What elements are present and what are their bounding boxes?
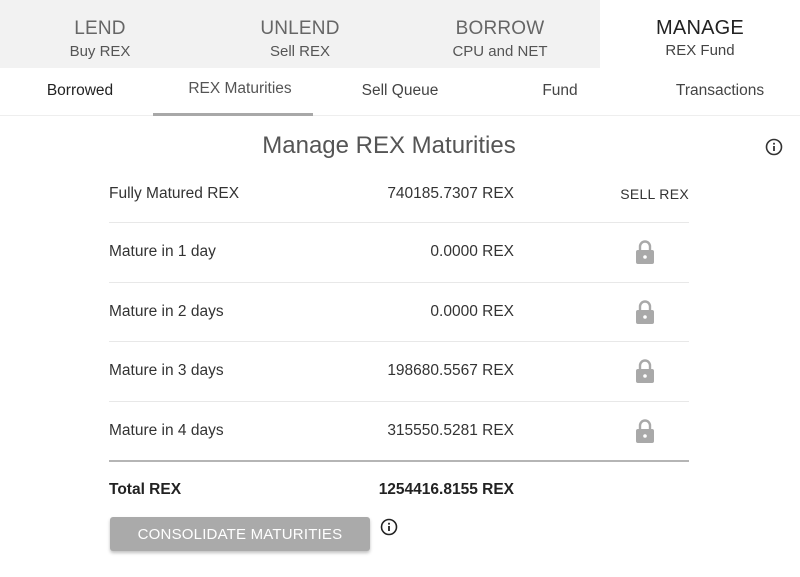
table-row: Fully Matured REX 740185.7307 REX SELL R… (109, 166, 689, 223)
subtab-sell-queue[interactable]: Sell Queue (320, 68, 480, 116)
table-row: Mature in 2 days 0.0000 REX (109, 283, 689, 342)
tab-borrow-title: BORROW (455, 18, 545, 39)
subtab-rex-maturities[interactable]: REX Maturities (153, 68, 320, 116)
total-row: Total REX 1254416.8155 REX (109, 478, 689, 502)
maturity-amount: 0.0000 REX (430, 243, 514, 261)
tab-borrow[interactable]: BORROW CPU and NET (400, 0, 600, 68)
table-row: Mature in 4 days 315550.5281 REX (109, 402, 689, 462)
main-nav-tabs: LEND Buy REX UNLEND Sell REX BORROW CPU … (0, 0, 800, 68)
tab-unlend-subtitle: Sell REX (269, 43, 331, 60)
tab-manage[interactable]: MANAGE REX Fund (600, 0, 800, 68)
subtab-fund[interactable]: Fund (480, 68, 640, 116)
maturity-label: Mature in 1 day (109, 243, 216, 261)
tab-unlend-title: UNLEND (260, 18, 340, 39)
tab-manage-subtitle: REX Fund (665, 42, 735, 59)
tab-borrow-subtitle: CPU and NET (452, 43, 548, 60)
lock-icon (636, 359, 654, 384)
maturity-label: Mature in 3 days (109, 362, 224, 380)
maturity-amount: 198680.5567 REX (387, 362, 514, 380)
maturity-amount: 740185.7307 REX (387, 185, 514, 202)
total-label: Total REX (109, 481, 182, 498)
tab-lend-subtitle: Buy REX (69, 43, 131, 60)
subtab-sell-queue-label: Sell Queue (361, 82, 439, 99)
tab-manage-title: MANAGE (656, 17, 744, 39)
maturity-amount: 315550.5281 REX (387, 421, 514, 439)
subtab-transactions[interactable]: Transactions (640, 68, 800, 116)
info-icon[interactable] (765, 138, 783, 156)
maturity-label: Mature in 4 days (109, 421, 224, 439)
tab-unlend[interactable]: UNLEND Sell REX (200, 0, 400, 68)
lock-icon (636, 418, 654, 443)
consolidate-maturities-button[interactable]: CONSOLIDATE MATURITIES (110, 517, 370, 551)
maturity-amount: 0.0000 REX (430, 302, 514, 320)
lock-icon (636, 300, 654, 324)
lock-icon (636, 240, 654, 265)
page-title: Manage REX Maturities (262, 132, 516, 159)
total-amount: 1254416.8155 REX (378, 481, 514, 498)
sell-rex-button[interactable]: SELL REX (620, 186, 689, 202)
tab-lend[interactable]: LEND Buy REX (0, 0, 200, 68)
subtab-borrowed-label: Borrowed (46, 82, 114, 99)
manage-sub-tabs: Borrowed REX Maturities Sell Queue Fund … (0, 68, 800, 116)
subtab-transactions-label: Transactions (675, 82, 765, 99)
subtab-borrowed[interactable]: Borrowed (0, 68, 160, 116)
subtab-fund-label: Fund (542, 82, 578, 99)
maturity-label: Fully Matured REX (109, 185, 240, 202)
table-row: Mature in 3 days 198680.5567 REX (109, 342, 689, 402)
info-icon[interactable] (380, 518, 398, 536)
tab-lend-title: LEND (74, 18, 126, 39)
maturities-table: Fully Matured REX 740185.7307 REX SELL R… (109, 166, 689, 462)
subtab-rex-maturities-label: REX Maturities (188, 80, 292, 97)
maturity-label: Mature in 2 days (109, 302, 224, 320)
table-row: Mature in 1 day 0.0000 REX (109, 223, 689, 283)
